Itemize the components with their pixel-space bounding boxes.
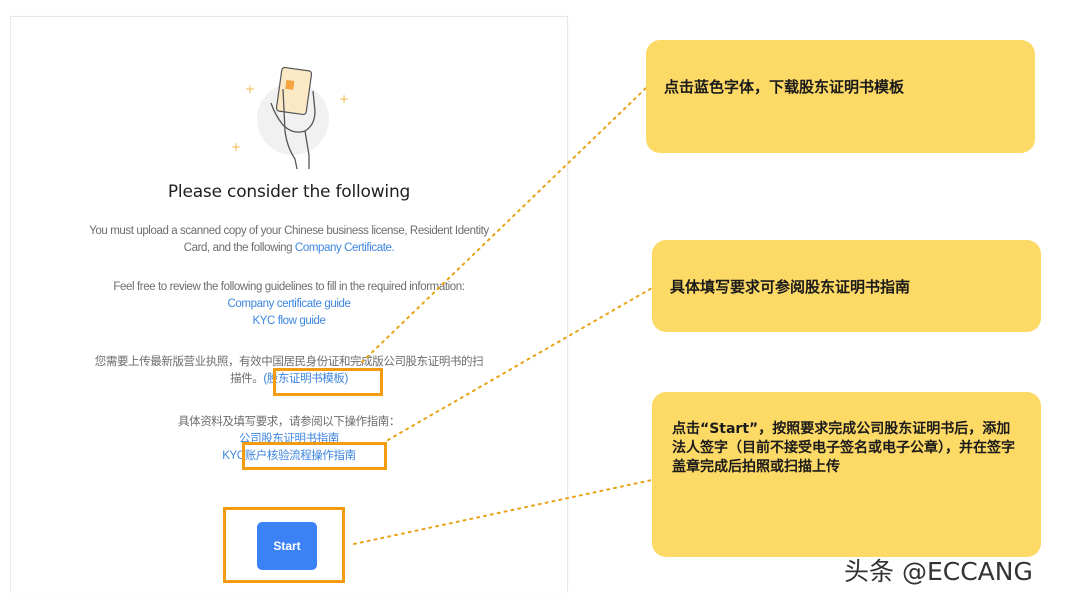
callout-text: 具体填写要求可参阅股东证明书指南 [670, 278, 911, 296]
callout-line-3 [353, 479, 653, 545]
callout-text: 点击蓝色字体，下载股东证明书模板 [664, 78, 905, 96]
callout-start-instructions: 点击“Start”，按照要求完成公司股东证明书后，添加法人签字（目前不接受电子签… [652, 392, 1041, 557]
callout-download-template: 点击蓝色字体，下载股东证明书模板 [646, 40, 1035, 153]
callout-line-1 [361, 87, 647, 363]
callout-text: 点击“Start”，按照要求完成公司股东证明书后，添加法人签字（目前不接受电子签… [672, 421, 1015, 475]
watermark: 头条 @ECCANG [844, 557, 1033, 586]
callout-guide: 具体填写要求可参阅股东证明书指南 [652, 240, 1041, 332]
callout-line-2 [387, 287, 653, 441]
